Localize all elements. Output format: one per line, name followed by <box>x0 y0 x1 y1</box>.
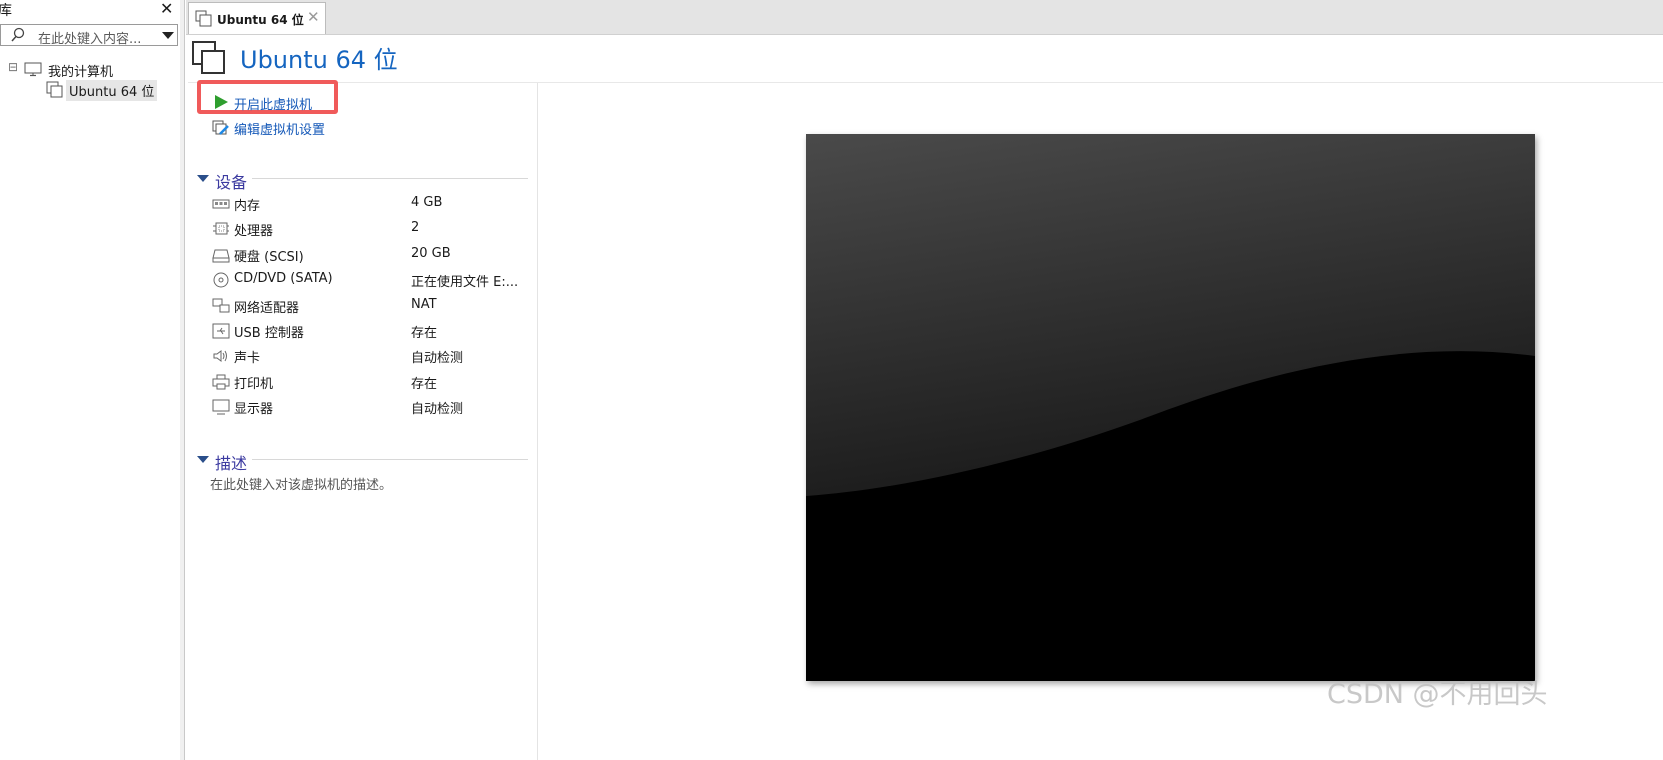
description-collapse-icon[interactable] <box>197 456 209 463</box>
power-on-label[interactable]: 开启此虚拟机 <box>234 94 312 113</box>
vm-screen-preview[interactable] <box>806 134 1535 681</box>
edit-settings-icon <box>212 120 229 135</box>
vm-icon <box>195 10 212 27</box>
search-input[interactable]: 在此处键入内容... <box>38 28 141 47</box>
tab-close-button[interactable]: ✕ <box>307 8 320 26</box>
library-title: 库 <box>0 3 12 19</box>
device-name: 硬盘 (SCSI) <box>234 250 304 265</box>
hard-disk-icon <box>212 249 230 263</box>
play-icon <box>215 95 228 109</box>
description-heading[interactable]: 描述 <box>215 450 247 474</box>
device-row-memory[interactable]: 内存 4 GB <box>210 193 530 215</box>
cd-dvd-icon <box>213 272 229 288</box>
library-search[interactable]: 在此处键入内容... <box>0 24 178 47</box>
device-value: 正在使用文件 E:... <box>411 275 519 290</box>
device-value: 自动检测 <box>411 402 464 417</box>
device-row-network-adapter[interactable]: 网络适配器 NAT <box>210 295 530 317</box>
computer-icon <box>24 62 42 77</box>
sound-card-icon <box>213 350 227 362</box>
memory-icon <box>212 199 230 209</box>
column-divider <box>537 83 538 760</box>
device-name: 网络适配器 <box>234 301 300 316</box>
header-divider <box>188 82 1663 83</box>
device-value: 自动检测 <box>411 351 464 366</box>
search-dropdown-icon[interactable] <box>162 32 174 39</box>
display-icon <box>212 399 230 415</box>
tab-label: Ubuntu 64 位 <box>217 13 304 27</box>
panel-splitter[interactable] <box>180 0 185 760</box>
device-row-processor[interactable]: 处理器 2 <box>210 218 530 240</box>
vm-title: Ubuntu 64 位 <box>240 46 398 74</box>
device-value: NAT <box>411 297 437 312</box>
description-input[interactable]: 在此处键入对该虚拟机的描述。 <box>210 474 392 493</box>
device-value: 存在 <box>411 377 438 392</box>
tree-item-label: 我的计算机 <box>48 65 114 80</box>
tab-bar <box>186 0 1663 35</box>
device-value: 4 GB <box>411 195 443 210</box>
processor-icon <box>213 222 229 235</box>
device-name: USB 控制器 <box>234 326 304 341</box>
vm-large-icon <box>192 41 225 74</box>
tree-collapse-toggle[interactable]: ⊟ <box>8 60 18 74</box>
network-adapter-icon <box>212 298 230 313</box>
library-header: 库 ✕ <box>0 0 180 20</box>
device-row-usb-controller[interactable]: USB 控制器 存在 <box>210 320 530 342</box>
search-icon <box>11 27 25 42</box>
watermark: CSDN @不用回头 <box>1327 679 1548 710</box>
device-row-display[interactable]: 显示器 自动检测 <box>210 396 530 418</box>
tab-ubuntu-vm[interactable]: Ubuntu 64 位 ✕ <box>188 2 326 34</box>
printer-icon <box>212 374 230 390</box>
device-name: 处理器 <box>234 224 274 239</box>
device-row-sound-card[interactable]: 声卡 自动检测 <box>210 345 530 367</box>
usb-controller-icon <box>212 323 230 339</box>
device-value: 存在 <box>411 326 438 341</box>
library-close-button[interactable]: ✕ <box>160 0 173 18</box>
device-value: 2 <box>411 220 420 235</box>
device-row-cd-dvd[interactable]: CD/DVD (SATA) 正在使用文件 E:... <box>210 269 530 291</box>
library-panel: 库 ✕ 在此处键入内容... ⊟ 我的计算机 Ubuntu 64 位 <box>0 0 181 760</box>
device-row-printer[interactable]: 打印机 存在 <box>210 371 530 393</box>
device-name: 打印机 <box>234 377 274 392</box>
device-name: 声卡 <box>234 351 261 366</box>
device-name: CD/DVD (SATA) <box>234 271 333 286</box>
device-value: 20 GB <box>411 246 451 261</box>
edit-settings-label[interactable]: 编辑虚拟机设置 <box>234 119 325 138</box>
devices-heading[interactable]: 设备 <box>215 169 247 193</box>
device-row-hard-disk[interactable]: 硬盘 (SCSI) 20 GB <box>210 244 530 266</box>
section-divider <box>252 178 528 179</box>
vm-icon <box>46 81 63 98</box>
device-name: 内存 <box>234 199 261 214</box>
device-name: 显示器 <box>234 402 274 417</box>
tree-item-label: Ubuntu 64 位 <box>66 80 158 101</box>
section-divider <box>252 459 528 460</box>
devices-collapse-icon[interactable] <box>197 175 209 182</box>
